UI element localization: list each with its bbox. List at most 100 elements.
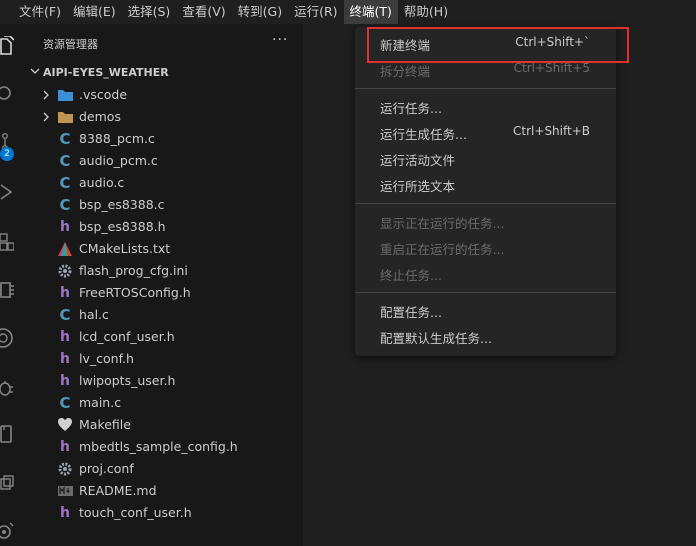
menu-item-label: 运行活动文件 <box>380 153 456 168</box>
h-file-icon: h <box>60 285 70 301</box>
tree-file[interactable]: Makefile <box>22 414 303 436</box>
tree-file[interactable]: h bsp_es8388.h <box>22 216 303 238</box>
file-name: lwipopts_user.h <box>79 373 176 388</box>
file-name: lv_conf.h <box>79 351 134 366</box>
tree-file[interactable]: Caudio_pcm.c <box>22 150 303 172</box>
menu-item-shortcut: Ctrl+Shift+B <box>513 124 590 138</box>
menu-item-2[interactable]: 选择(S) <box>122 0 177 24</box>
tree-file[interactable]: Chal.c <box>22 304 303 326</box>
file-name: hal.c <box>79 307 109 322</box>
tree-folder[interactable]: .vscode <box>22 84 303 106</box>
gear-icon <box>57 461 73 477</box>
menu-item-label: 运行任务... <box>380 101 442 116</box>
search-icon[interactable] <box>0 82 22 106</box>
file-name: bsp_es8388.c <box>79 197 165 212</box>
book-icon[interactable] <box>0 422 22 446</box>
c-file-icon: C <box>59 196 71 214</box>
project-name: AIPI-EYES_WEATHER <box>43 66 169 79</box>
file-name: audio_pcm.c <box>79 153 158 168</box>
settings-icon[interactable] <box>0 518 22 542</box>
h-file-icon: h <box>60 373 70 389</box>
tree-file[interactable]: h touch_conf_user.h <box>22 502 303 524</box>
extensions-icon[interactable] <box>0 230 22 254</box>
chip-icon[interactable] <box>0 278 22 302</box>
explorer-header: 资源管理器 ··· <box>22 32 303 54</box>
tree-file[interactable]: Cmain.c <box>22 392 303 414</box>
menu-separator <box>355 292 616 293</box>
chevron-right-icon <box>43 90 49 100</box>
menu-bar: 文件(F) 编辑(E) 选择(S) 查看(V) 转到(G) 运行(R) 终端(T) 帮助(H) <box>0 0 696 24</box>
tree-file[interactable]: h lv_conf.h <box>22 348 303 370</box>
menu-item-label: 显示正在运行的任务... <box>380 216 505 231</box>
menu-item-label: 拆分终端 <box>380 64 431 79</box>
terminal-menu-item[interactable]: 运行任务... <box>355 94 616 120</box>
tree-file[interactable]: C 8388_pcm.c <box>22 128 303 150</box>
project-root[interactable]: AIPI-EYES_WEATHER <box>22 62 303 84</box>
terminal-menu-dropdown: 新建终端 Ctrl+Shift+` 拆分终端 Ctrl+Shift+5 运行任务... 运… <box>355 27 616 356</box>
explorer-sidebar: 资源管理器 ··· AIPI-EYES_WEATHER .vscode demos… <box>22 24 303 546</box>
menu-item-0[interactable]: 文件(F) <box>13 0 67 24</box>
run-debug-icon[interactable] <box>0 180 22 204</box>
gear-icon <box>57 263 73 279</box>
tree-file[interactable]: h mbedtls_sample_config.h <box>22 436 303 458</box>
c-file-icon: C <box>59 306 71 324</box>
menu-item-6[interactable]: 终端(T) <box>343 0 398 24</box>
tree-file[interactable]: README.md <box>22 480 303 502</box>
explorer-title: 资源管理器 <box>43 38 98 51</box>
menu-item-label: 运行生成任务... <box>380 127 467 142</box>
window-icon[interactable] <box>0 472 22 496</box>
file-name: mbedtls_sample_config.h <box>79 439 238 454</box>
menu-item-label: 终止任务... <box>380 268 442 283</box>
file-name: .vscode <box>79 87 128 102</box>
bug-icon[interactable] <box>0 376 22 400</box>
menu-item-label: 配置任务... <box>380 305 442 320</box>
menu-item-4[interactable]: 转到(G) <box>232 0 288 24</box>
remote-icon[interactable] <box>0 326 22 350</box>
menu-item-shortcut: Ctrl+Shift+5 <box>513 61 590 75</box>
menu-item-5[interactable]: 运行(R) <box>288 0 343 24</box>
menu-item-label: 配置默认生成任务... <box>380 331 492 346</box>
terminal-menu-item: 显示正在运行的任务... <box>355 209 616 235</box>
file-name: main.c <box>79 395 122 410</box>
more-actions-button[interactable]: ··· <box>272 32 288 48</box>
h-file-icon: h <box>60 219 70 235</box>
tree-file[interactable]: proj.conf <box>22 458 303 480</box>
file-name: 8388_pcm.c <box>79 131 155 146</box>
files-icon[interactable] <box>0 34 22 58</box>
file-name: audio.c <box>79 175 125 190</box>
tree-file[interactable]: Caudio.c <box>22 172 303 194</box>
file-name: Makefile <box>79 417 131 432</box>
source-control-badge: 2 <box>0 147 14 161</box>
menu-separator <box>355 88 616 89</box>
tree-file[interactable]: flash_prog_cfg.ini <box>22 260 303 282</box>
file-name: flash_prog_cfg.ini <box>79 263 188 278</box>
menu-item-1[interactable]: 编辑(E) <box>67 0 122 24</box>
menu-item-7[interactable]: 帮助(H) <box>398 0 454 24</box>
terminal-menu-item[interactable]: 运行所选文本 <box>355 172 616 198</box>
terminal-menu-item[interactable]: 运行活动文件 <box>355 146 616 172</box>
c-file-icon: C <box>59 394 71 412</box>
activity-bar: 2 <box>0 24 22 546</box>
chevron-right-icon <box>43 112 49 122</box>
tree-file[interactable]: Cbsp_es8388.c <box>22 194 303 216</box>
file-name: bsp_es8388.h <box>79 219 166 234</box>
tree-file[interactable]: h lwipopts_user.h <box>22 370 303 392</box>
menu-item-3[interactable]: 查看(V) <box>176 0 231 24</box>
file-name: demos <box>79 109 121 124</box>
h-file-icon: h <box>60 439 70 455</box>
terminal-menu-item[interactable]: 配置默认生成任务... <box>355 324 616 350</box>
cmake-icon <box>57 241 73 257</box>
c-file-icon: C <box>59 152 71 170</box>
terminal-menu-item[interactable]: 配置任务... <box>355 298 616 324</box>
highlight-box <box>367 27 629 63</box>
file-name: proj.conf <box>79 461 134 476</box>
file-name: lcd_conf_user.h <box>79 329 175 344</box>
menu-item-label: 重启正在运行的任务... <box>380 242 505 257</box>
tree-folder[interactable]: demos <box>22 106 303 128</box>
terminal-menu-item[interactable]: 运行生成任务... Ctrl+Shift+B <box>355 120 616 146</box>
c-file-icon: C <box>59 130 71 148</box>
tree-file[interactable]: CMakeLists.txt <box>22 238 303 260</box>
tree-file[interactable]: h lcd_conf_user.h <box>22 326 303 348</box>
tree-file[interactable]: h FreeRTOSConfig.h <box>22 282 303 304</box>
file-tree: .vscode demos C 8388_pcm.c Caudio_pcm.c Caudi… <box>22 84 303 524</box>
